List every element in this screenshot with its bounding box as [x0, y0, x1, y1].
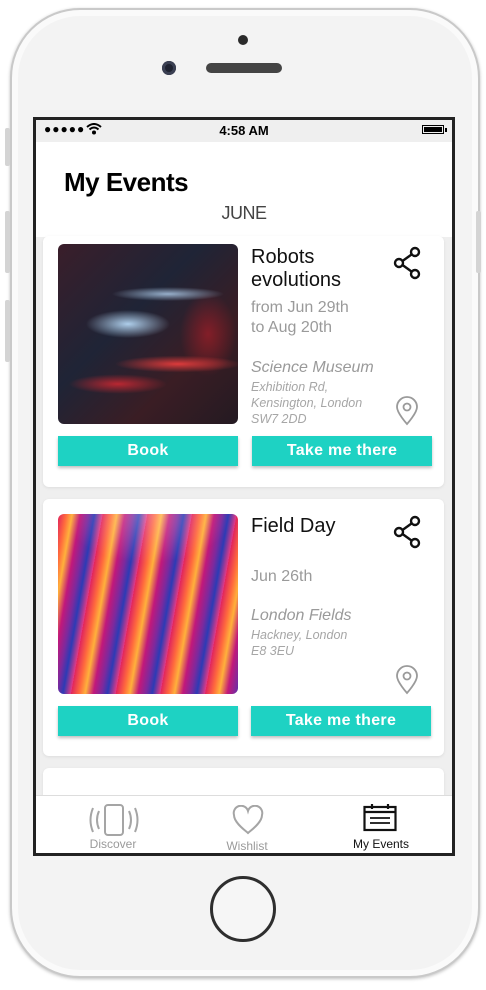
take-me-there-button[interactable]: Take me there	[252, 436, 432, 466]
location-pin-icon[interactable]	[395, 396, 419, 426]
event-image	[58, 244, 238, 424]
page-title: My Events	[64, 167, 189, 197]
tab-my-events[interactable]: My Events	[311, 796, 451, 853]
home-button[interactable]	[210, 876, 276, 942]
event-title: evolutions	[251, 269, 342, 291]
event-address: Exhibition Rd,	[251, 380, 329, 394]
proximity-sensor	[238, 35, 248, 45]
volume-down-button	[5, 300, 10, 362]
book-button[interactable]: Book	[58, 436, 238, 466]
battery-icon	[422, 125, 447, 134]
tab-label: Discover	[89, 837, 137, 851]
front-camera	[162, 61, 176, 75]
event-address: Hackney, London	[251, 628, 348, 642]
event-address: Kensington, London	[251, 396, 363, 410]
power-button	[476, 211, 481, 273]
event-venue: London Fields	[251, 607, 352, 624]
event-date: from Jun 29th	[251, 299, 349, 316]
clock: 4:58 AM	[219, 123, 269, 138]
heart-icon	[232, 805, 264, 835]
calendar-list-icon	[363, 804, 397, 832]
take-me-there-button[interactable]: Take me there	[251, 706, 431, 736]
tab-bar: Discover Wishlist My Events	[36, 795, 452, 853]
tab-wishlist[interactable]: Wishlist	[177, 796, 317, 853]
tab-label: Wishlist	[226, 839, 268, 853]
silent-switch	[5, 128, 10, 166]
earpiece-speaker	[206, 63, 282, 73]
volume-up-button	[5, 211, 10, 273]
event-title: Robots	[251, 246, 315, 268]
event-date: Jun 26th	[251, 568, 313, 585]
event-image	[58, 514, 238, 694]
status-bar: ●●●●● 4:58 AM	[36, 120, 452, 142]
tab-discover[interactable]: Discover	[43, 796, 183, 853]
event-address: E8 3EU	[251, 644, 295, 658]
book-button[interactable]: Book	[58, 706, 238, 736]
event-date: to Aug 20th	[251, 319, 332, 336]
share-icon[interactable]	[393, 246, 423, 280]
share-icon[interactable]	[393, 515, 423, 549]
event-card[interactable]: Field Day Jun 26th London Fields Hackney…	[43, 499, 444, 756]
phone-vibrate-icon	[89, 804, 139, 836]
event-venue: Science Museum	[251, 359, 374, 376]
location-pin-icon[interactable]	[395, 665, 419, 695]
app-screen: ●●●●● 4:58 AM My Events JUNE Robots evol…	[33, 117, 455, 856]
tab-label: My Events	[352, 837, 409, 851]
event-address: SW7 2DD	[251, 412, 307, 426]
event-card[interactable]: Robots evolutions from Jun 29th to Aug 2…	[43, 236, 444, 487]
month-label: JUNE	[221, 203, 267, 223]
event-title: Field Day	[251, 515, 336, 537]
